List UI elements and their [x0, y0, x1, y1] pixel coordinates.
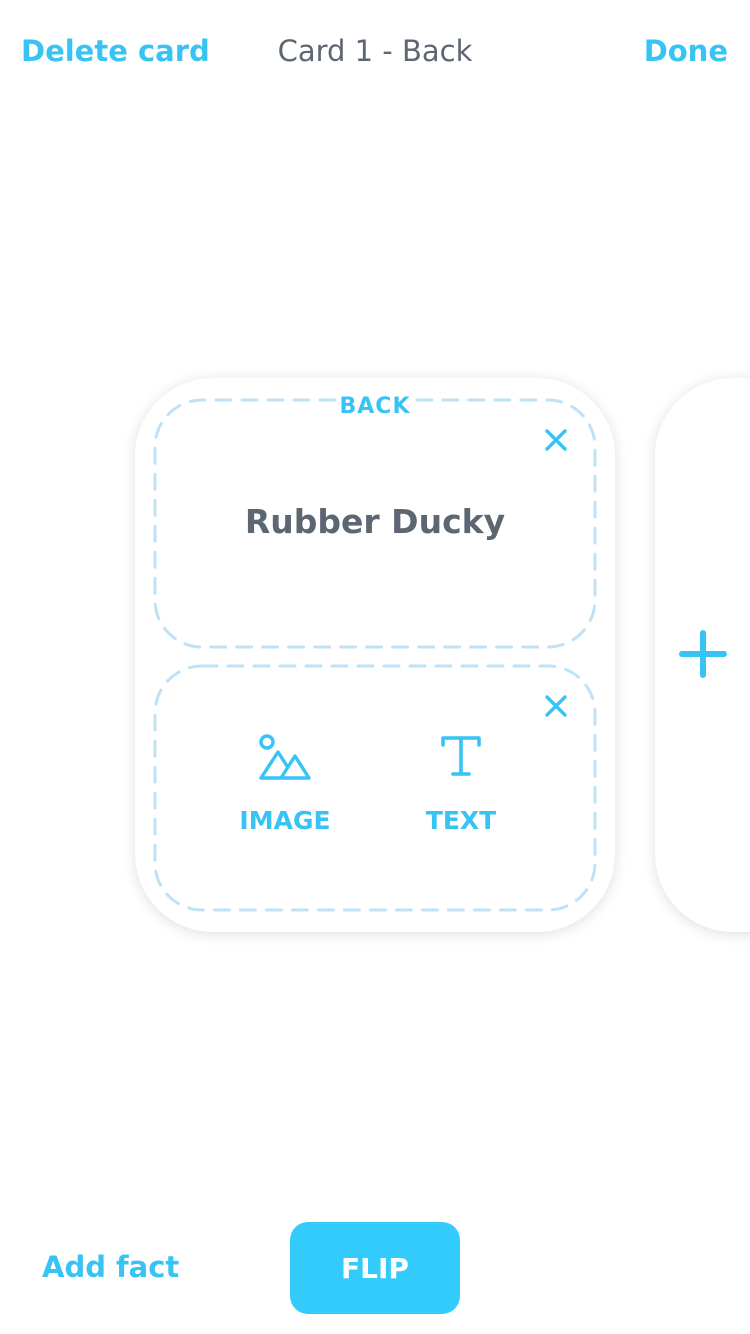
card-side-label: BACK [339, 394, 411, 419]
image-option-label: IMAGE [239, 806, 331, 835]
card-back: BACK Rubber Ducky IMAGE TEXT [135, 378, 615, 932]
done-button[interactable]: Done [644, 34, 728, 68]
add-fact-button[interactable]: Add fact [42, 1250, 179, 1284]
text-icon [441, 736, 481, 776]
flip-button[interactable]: FLIP [290, 1222, 460, 1314]
remove-slot-1-close-icon[interactable] [543, 427, 569, 453]
add-card-button[interactable] [655, 378, 750, 932]
add-image-option[interactable]: IMAGE [205, 734, 365, 844]
remove-slot-2-close-icon[interactable] [543, 693, 569, 719]
card-editor-screen: Delete card Card 1 - Back Done BACK Rubb… [0, 0, 750, 1334]
card-slot-outlines [153, 398, 597, 912]
text-option-label: TEXT [425, 806, 497, 835]
delete-card-button[interactable]: Delete card [21, 34, 210, 68]
add-text-option[interactable]: TEXT [381, 734, 541, 844]
image-icon [259, 734, 311, 780]
slot-1-text[interactable]: Rubber Ducky [135, 502, 615, 541]
plus-icon [679, 630, 727, 678]
